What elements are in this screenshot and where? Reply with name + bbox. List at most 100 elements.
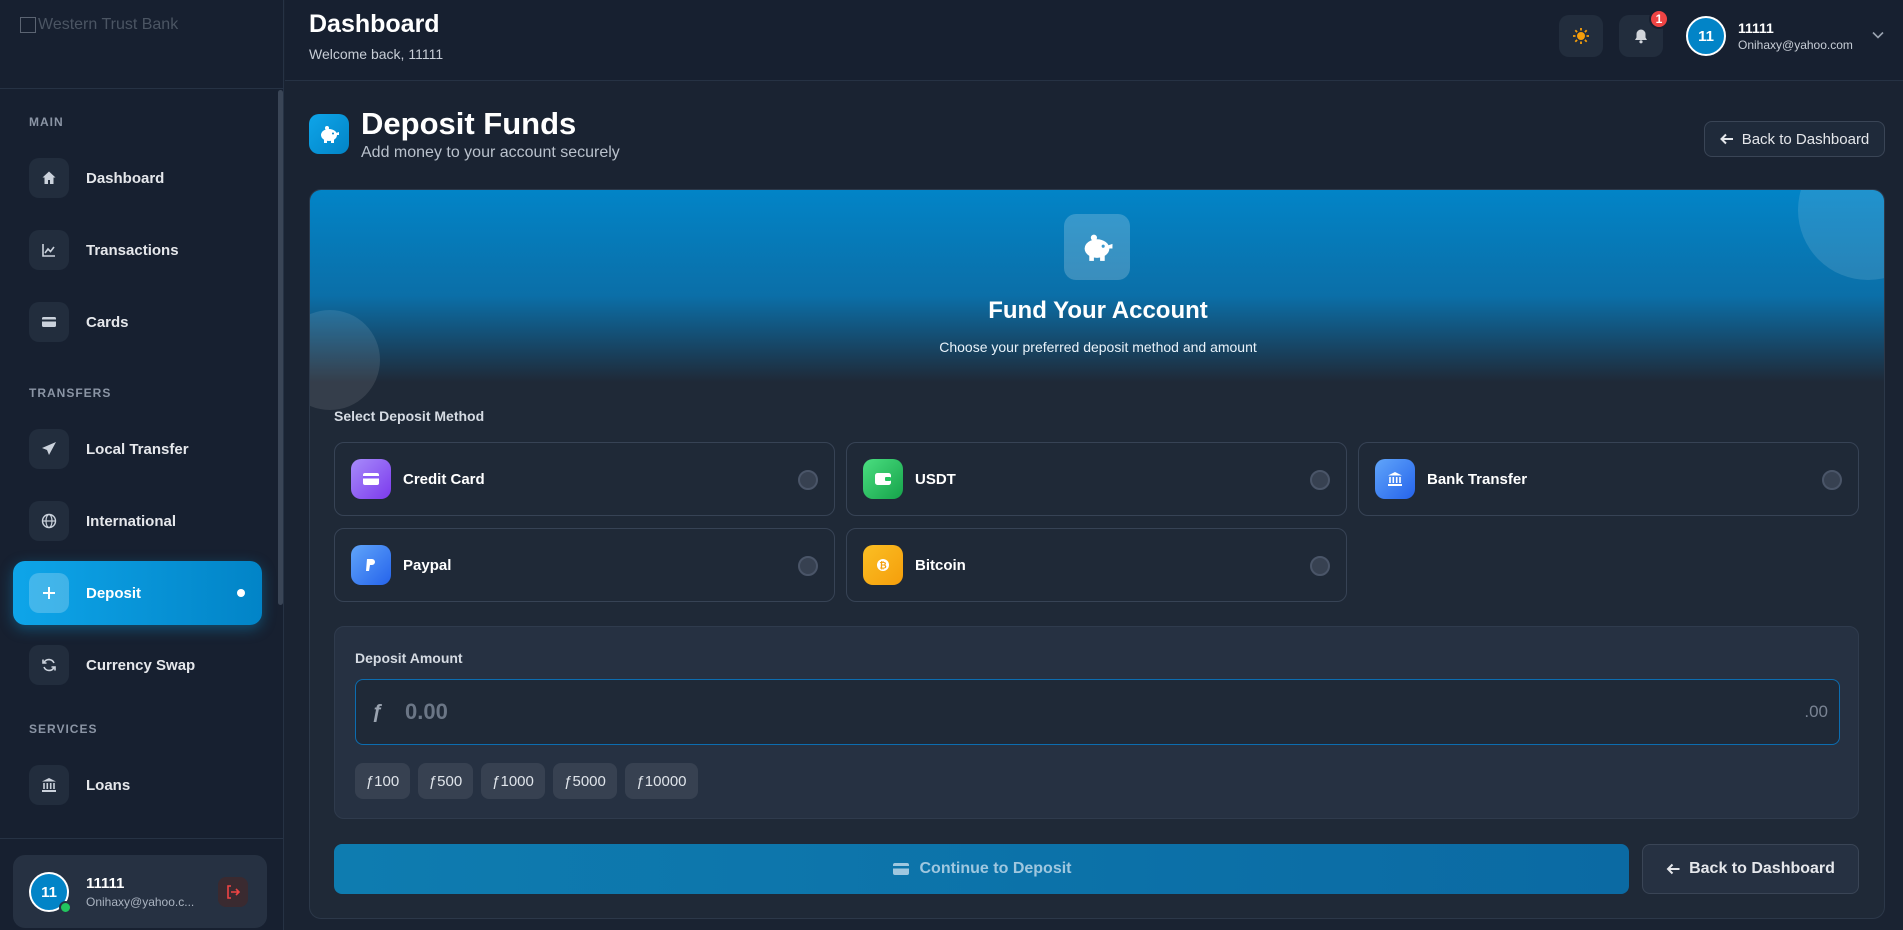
logout-button[interactable] [218, 877, 248, 907]
deposit-panel: Fund Your Account Choose your preferred … [309, 189, 1885, 919]
notifications-button[interactable]: 1 [1619, 9, 1669, 57]
header-user-email[interactable]: Onihaxy@yahoo.com [1738, 38, 1853, 52]
arrow-left-icon [1719, 132, 1734, 146]
hero-subtitle: Choose your preferred deposit method and… [939, 339, 1257, 355]
home-icon [29, 158, 69, 198]
bank-icon [1375, 459, 1415, 499]
bank-icon [29, 765, 69, 805]
header-avatar[interactable]: 11 [1686, 16, 1726, 56]
logo-alt-text: Western Trust Bank [38, 16, 179, 33]
header-welcome: Welcome back, 11111 [309, 46, 444, 62]
back-button-label: Back to Dashboard [1689, 860, 1835, 877]
header-user-name[interactable]: 11111 [1738, 20, 1774, 36]
sidebar-item-label: Cards [86, 313, 129, 331]
method-option-bitcoin[interactable]: ₿ Bitcoin [846, 528, 1347, 602]
header-title: Dashboard [309, 10, 440, 38]
amount-placeholder: 0.00 [405, 699, 448, 724]
method-label: USDT [915, 470, 956, 488]
back-to-dashboard-button[interactable]: Back to Dashboard [1704, 121, 1885, 157]
sidebar-item-currency-swap[interactable]: Currency Swap [13, 633, 262, 697]
method-option-usdt[interactable]: USDT [846, 442, 1347, 516]
quick-amount-chip[interactable]: ƒ10000 [625, 763, 698, 799]
sidebar-user-card[interactable]: 11 11111 Onihaxy@yahoo.c... [13, 855, 267, 928]
method-label: Credit Card [403, 470, 485, 488]
sidebar-item-label: Local Transfer [86, 440, 189, 458]
sidebar-item-international[interactable]: International [13, 489, 262, 553]
method-option-paypal[interactable]: Paypal [334, 528, 835, 602]
amount-suffix: .00 [1804, 702, 1828, 721]
section-label-transfers: TRANSFERS [29, 386, 112, 400]
method-option-credit-card[interactable]: Credit Card [334, 442, 835, 516]
broken-image-icon [20, 17, 36, 33]
notification-badge: 1 [1649, 9, 1669, 29]
method-radio[interactable] [1310, 470, 1330, 490]
quick-amount-chip[interactable]: ƒ500 [418, 763, 473, 799]
sidebar-item-transactions[interactable]: Transactions [13, 218, 262, 282]
sidebar-item-dashboard[interactable]: Dashboard [13, 146, 262, 210]
sidebar: Western Trust Bank MAIN Dashboard Transa… [0, 0, 284, 930]
back-to-dashboard-button[interactable]: Back to Dashboard [1642, 844, 1859, 894]
chart-line-icon [29, 230, 69, 270]
page-title: Deposit Funds [361, 106, 577, 141]
piggy-bank-icon [309, 114, 349, 154]
hero-title: Fund Your Account [988, 297, 1208, 324]
sidebar-item-label: International [86, 512, 177, 530]
sidebar-item-label: Deposit [86, 584, 142, 602]
piggy-bank-icon [1064, 214, 1130, 280]
sun-icon [1572, 27, 1590, 45]
section-label-services: SERVICES [29, 722, 98, 736]
bitcoin-icon: ₿ [863, 545, 903, 585]
method-radio[interactable] [798, 470, 818, 490]
active-indicator-dot [237, 589, 245, 597]
hero-banner: Fund Your Account Choose your preferred … [310, 190, 1884, 410]
sidebar-item-loans[interactable]: Loans [13, 753, 262, 817]
decorative-circle [1798, 190, 1884, 280]
card-icon [892, 862, 910, 876]
sidebar-item-local-transfer[interactable]: Local Transfer [13, 417, 262, 481]
sidebar-item-cards[interactable]: Cards [13, 290, 262, 354]
sidebar-divider [0, 88, 284, 89]
sidebar-item-label: Currency Swap [86, 656, 196, 674]
continue-button-label: Continue to Deposit [919, 860, 1072, 877]
deposit-amount-input[interactable]: ƒ 0.00 .00 [355, 679, 1840, 745]
bell-icon [1633, 28, 1649, 44]
deposit-amount-section: Deposit Amount ƒ 0.00 .00 ƒ100 ƒ500 ƒ100… [334, 626, 1859, 819]
bank-logo[interactable]: Western Trust Bank [20, 16, 178, 34]
sidebar-item-label: Transactions [86, 241, 179, 259]
sidebar-divider [0, 838, 284, 839]
sidebar-item-label: Loans [86, 776, 131, 794]
theme-toggle-button[interactable] [1559, 15, 1603, 57]
page-subtitle: Add money to your account securely [361, 144, 620, 161]
method-label: Bank Transfer [1427, 470, 1528, 488]
quick-amount-chip[interactable]: ƒ100 [355, 763, 410, 799]
decorative-circle [310, 310, 380, 410]
plus-icon [29, 573, 69, 613]
top-header: Dashboard Welcome back, 11111 1 11 11111… [285, 0, 1903, 81]
method-label: Bitcoin [915, 556, 966, 574]
deposit-amount-label: Deposit Amount [355, 650, 463, 666]
credit-card-icon [351, 459, 391, 499]
quick-amount-chip[interactable]: ƒ1000 [481, 763, 545, 799]
method-radio[interactable] [1822, 470, 1842, 490]
refresh-icon [29, 645, 69, 685]
method-radio[interactable] [798, 556, 818, 576]
section-label-main: MAIN [29, 115, 64, 129]
logout-icon [226, 885, 240, 899]
wallet-icon [863, 459, 903, 499]
method-radio[interactable] [1310, 556, 1330, 576]
svg-text:₿: ₿ [879, 561, 886, 571]
back-button-label: Back to Dashboard [1741, 130, 1870, 148]
chevron-down-icon[interactable] [1871, 28, 1885, 42]
sidebar-item-deposit[interactable]: Deposit [13, 561, 262, 625]
method-label: Paypal [403, 556, 452, 574]
method-option-bank-transfer[interactable]: Bank Transfer [1358, 442, 1859, 516]
paper-plane-icon [29, 429, 69, 469]
quick-amount-chip[interactable]: ƒ5000 [553, 763, 617, 799]
card-icon [29, 302, 69, 342]
deposit-method-label: Select Deposit Method [334, 408, 485, 424]
sidebar-item-label: Dashboard [86, 169, 165, 187]
globe-icon [29, 501, 69, 541]
user-name: 11111 [86, 875, 125, 892]
sidebar-scrollbar[interactable] [278, 90, 283, 605]
continue-to-deposit-button[interactable]: Continue to Deposit [334, 844, 1629, 894]
